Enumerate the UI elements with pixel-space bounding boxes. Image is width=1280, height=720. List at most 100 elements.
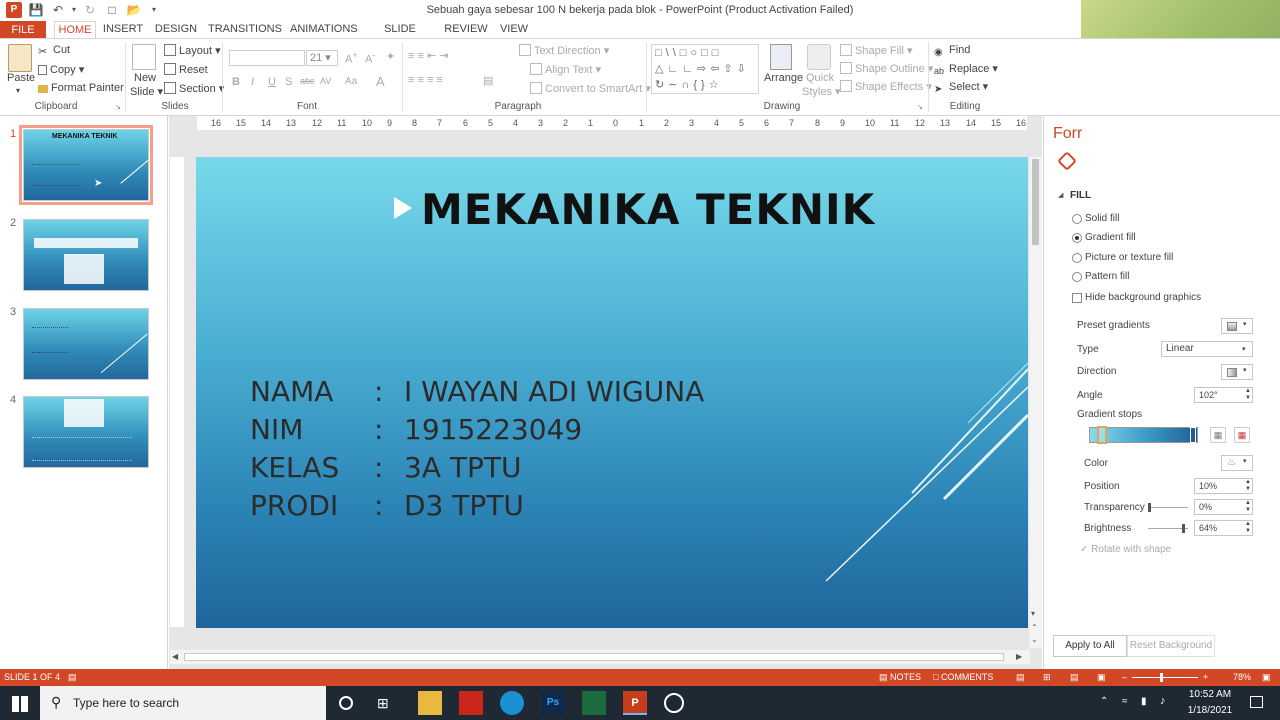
clock-time[interactable]: 10:52 AM [1180,689,1240,700]
powerpoint-taskbar-icon[interactable]: P [623,691,647,715]
photoshop-icon[interactable]: Ps [541,691,565,715]
select-button[interactable]: ➤ Select ▾ [934,80,988,96]
char-spacing-button[interactable]: AV [320,76,331,86]
previous-slide-icon[interactable]: ⌃ [1031,623,1038,632]
scroll-down-icon[interactable]: ▾ [1031,609,1035,618]
transparency-slider[interactable] [1148,503,1188,512]
notification-icon[interactable] [1250,696,1263,708]
tab-transitions[interactable]: TRANSITIONS [208,21,282,39]
align-text-button[interactable]: Align Text ▾ [530,63,601,76]
shape-outline-button[interactable]: Shape Outline ▾ [840,62,933,75]
notes-button[interactable]: ▤ NOTES [879,672,921,683]
comments-button[interactable]: □ COMMENTS [933,672,993,682]
shapes-gallery[interactable]: □\\□○□□ △∟∟⇨⇦⇧⇩ ↻∼∩{}☆ [651,44,759,94]
gradient-fill-label[interactable]: Gradient fill [1085,232,1136,243]
tab-animations[interactable]: ANIMATIONS [290,21,358,39]
remove-stop-icon[interactable]: ▦ [1234,427,1250,443]
text-direction-button[interactable]: Text Direction ▾ [519,44,609,57]
network-icon[interactable]: ≈ [1122,696,1128,707]
quick-styles-icon[interactable] [807,44,831,70]
spellcheck-icon[interactable]: ▤ [68,672,77,683]
direction-dropdown[interactable]: ▾ [1221,364,1253,380]
picture-fill-radio[interactable] [1072,253,1082,263]
field-value[interactable]: D3 TPTU [404,489,904,522]
copy-button[interactable]: Copy ▾ [38,63,84,76]
pattern-fill-label[interactable]: Pattern fill [1085,271,1129,282]
edge-icon[interactable] [500,691,524,715]
gradient-stop-selected[interactable] [1097,426,1107,444]
slideshow-icon[interactable]: ▣ [1097,672,1106,683]
zoom-in-icon[interactable]: + [1203,672,1208,682]
field-label[interactable]: PRODI [250,489,370,522]
pattern-fill-radio[interactable] [1072,272,1082,282]
acrobat-icon[interactable] [459,691,483,715]
find-button[interactable]: ◉ Find [934,44,970,59]
font-name-combobox[interactable] [229,50,305,66]
field-value[interactable]: I WAYAN ADI WIGUNA [404,375,904,408]
scrollbar-thumb[interactable] [1032,159,1039,245]
shadow-button[interactable]: S [285,76,292,88]
slider-thumb[interactable] [1148,503,1151,512]
slider-thumb[interactable] [1182,524,1185,533]
font-color-icon[interactable]: A [376,74,385,89]
field-value[interactable]: 1915223049 [404,413,904,446]
field-label[interactable]: KELAS [250,451,370,484]
tab-design[interactable]: DESIGN [154,21,198,39]
arrange-icon[interactable] [770,44,792,70]
change-case-button[interactable]: Aa [345,76,357,87]
task-view-icon[interactable]: ⊞ [377,695,389,712]
quick-styles-label-1[interactable]: Quick [806,72,834,84]
collapse-icon[interactable]: ◢ [1058,191,1063,199]
scrollbar-thumb[interactable] [184,653,1004,661]
bullets-icon[interactable]: ≡ ≡ ⇤ ⇥ [408,49,448,62]
position-spinner[interactable]: 10% ▲ ▼ [1194,478,1253,494]
field-label[interactable]: NIM [250,413,370,446]
rotate-with-shape-checkbox[interactable]: ✓ Rotate with shape [1080,544,1171,555]
bold-button[interactable]: B [232,76,240,88]
hide-bg-label[interactable]: Hide background graphics [1085,292,1201,303]
layout-button[interactable]: Layout ▾ [164,44,221,57]
field-label[interactable]: NAMA [250,375,370,408]
zoom-level[interactable]: 78% [1233,672,1251,682]
type-dropdown[interactable]: Linear ▾ [1161,341,1253,357]
tab-slide-show[interactable]: SLIDE SHOW [366,21,434,52]
windows-start-icon[interactable] [12,696,28,712]
new-slide-label-1[interactable]: New [134,72,156,84]
fill-bucket-icon[interactable] [1057,151,1077,171]
zoom-out-icon[interactable]: – [1122,672,1127,682]
preset-gradients-dropdown[interactable]: ▾ [1221,318,1253,334]
clock-date[interactable]: 1/18/2021 [1180,705,1240,716]
brightness-slider[interactable] [1148,524,1188,533]
reset-button[interactable]: Reset [164,63,208,76]
file-explorer-icon[interactable] [418,691,442,715]
shrink-font-icon[interactable]: A- [365,50,375,66]
scroll-left-icon[interactable]: ◀ [172,652,178,661]
tab-file[interactable]: FILE [0,21,46,39]
transparency-spinner[interactable]: 0% ▲ ▼ [1194,499,1253,515]
app-icon[interactable] [582,691,606,715]
replace-button[interactable]: ab Replace ▾ [934,62,998,78]
quick-styles-button[interactable]: Styles ▾ [802,85,841,98]
scroll-right-icon[interactable]: ▶ [1016,652,1022,661]
field-value[interactable]: 3A TPTU [404,451,904,484]
strikethrough-button[interactable]: abc [300,76,315,86]
horizontal-scrollbar[interactable]: ◀ ▶ [170,650,1030,664]
columns-icon[interactable]: ▤ [483,74,493,87]
slider-thumb[interactable] [1160,673,1163,682]
reading-view-icon[interactable]: ▤ [1070,672,1079,683]
color-dropdown[interactable]: ♨ ▾ [1221,455,1253,471]
tab-insert[interactable]: INSERT [102,21,144,39]
apply-to-all-button[interactable]: Apply to All [1053,635,1127,657]
clear-formatting-icon[interactable]: ✦ [386,50,395,63]
fit-slide-icon[interactable]: ▣ [1262,672,1271,683]
grow-font-icon[interactable]: A+ [345,50,358,66]
hide-bg-checkbox[interactable] [1072,293,1082,303]
fill-section-header[interactable]: FILL [1070,190,1091,201]
reset-background-button[interactable]: Reset Background [1127,635,1215,657]
tab-review[interactable]: REVIEW [444,21,488,39]
paste-dropdown-icon[interactable]: ▾ [16,86,20,95]
font-size-combobox[interactable]: 21 ▾ [306,50,338,66]
arrange-button[interactable]: Arrange [764,72,803,84]
next-slide-icon[interactable]: ⌄ [1031,635,1038,644]
new-slide-icon[interactable] [132,44,156,70]
